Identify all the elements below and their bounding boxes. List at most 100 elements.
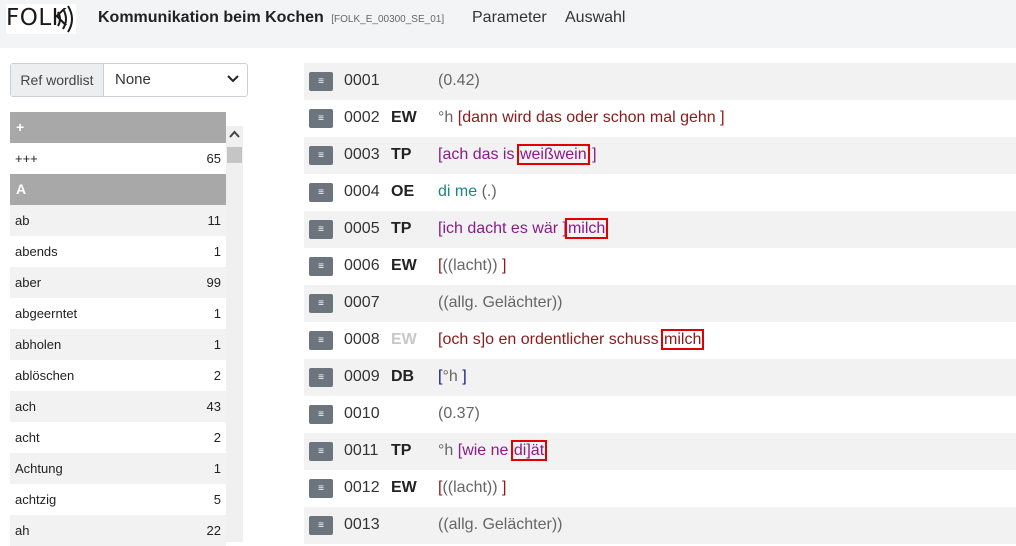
word-row[interactable]: +++ 65 <box>10 143 226 174</box>
highlighted-token[interactable]: milch <box>660 329 705 350</box>
menu-icon[interactable]: ≡ <box>309 257 333 276</box>
transcript-id: [FOLK_E_00300_SE_01] <box>331 14 445 25</box>
word-count: 22 <box>206 523 221 538</box>
utterance-text: [och s]o en ordentlicher schuss milch <box>438 329 705 350</box>
chevron-down-icon[interactable] <box>225 70 241 86</box>
word-count: 2 <box>213 430 221 445</box>
utterance-text: ((allg. Gelächter)) <box>438 516 562 534</box>
utterance-text: [ach das is weißwein ] <box>438 144 597 165</box>
utterance-segment: [ich dacht es wär ] <box>438 220 567 237</box>
word-count: 1 <box>213 461 221 476</box>
menu-icon[interactable]: ≡ <box>309 294 333 313</box>
utterance-text: [((lacht)) ] <box>438 479 506 497</box>
word-row[interactable]: ab 11 <box>10 205 226 236</box>
line-number: 0010 <box>344 405 380 422</box>
nav-auswahl[interactable]: Auswahl <box>565 9 625 27</box>
word-count: 99 <box>206 275 221 290</box>
highlighted-token[interactable]: weißwein <box>516 144 590 165</box>
menu-icon[interactable]: ≡ <box>309 479 333 498</box>
utterance-text: (0.37) <box>438 405 480 423</box>
menu-icon[interactable]: ≡ <box>309 109 333 128</box>
utterance-segment: °h <box>438 442 458 459</box>
utterance-segment: ] <box>587 146 597 163</box>
speaker-label[interactable]: TP <box>391 220 411 238</box>
speaker-label[interactable]: OE <box>391 183 414 201</box>
word-label: acht <box>15 430 40 445</box>
menu-icon[interactable]: ≡ <box>309 368 333 387</box>
ref-wordlist-value[interactable]: None <box>115 64 151 96</box>
speaker-label[interactable]: EW <box>391 257 417 275</box>
transcript-line: ≡ 0002 EW °h [dann wird das oder schon mal … <box>304 100 1016 137</box>
word-label: aber <box>15 275 42 290</box>
speaker-label[interactable]: DB <box>391 368 414 386</box>
utterance-text: (0.42) <box>438 72 480 90</box>
speaker-label[interactable]: EW <box>391 109 417 127</box>
line-number: 0005 <box>344 220 380 237</box>
word-count: 65 <box>206 151 221 166</box>
word-row[interactable]: abholen 1 <box>10 329 226 360</box>
menu-icon[interactable]: ≡ <box>309 183 333 202</box>
word-row[interactable]: ach 43 <box>10 391 226 422</box>
line-number: 0013 <box>344 516 380 533</box>
ref-wordlist-select[interactable]: Ref wordlist None <box>10 63 248 97</box>
utterance-segment: ((allg. Gelächter)) <box>438 294 563 311</box>
word-label: abends <box>15 244 58 259</box>
transcript-view: ≡ 0001 (0.42) ≡ 0002 EW °h [dann wird das oder… <box>304 63 1016 544</box>
transcript-line: ≡ 0007 ((allg. Gelächter)) <box>304 285 1016 322</box>
transcript-line: ≡ 0011 TP °h [wie ne di]ät <box>304 433 1016 470</box>
page-title: Kommunikation beim Kochen [FOLK_E_00300_… <box>98 9 444 27</box>
utterance-segment: di me <box>438 183 482 200</box>
speaker-label[interactable]: TP <box>391 146 411 164</box>
speaker-label[interactable]: TP <box>391 442 411 460</box>
speaker-label[interactable]: EW <box>391 331 417 349</box>
line-number: 0001 <box>344 72 380 89</box>
scroll-up-icon[interactable] <box>228 128 241 141</box>
menu-icon[interactable]: ≡ <box>309 72 333 91</box>
utterance-text: ((allg. Gelächter)) <box>438 294 562 312</box>
transcript-line: ≡ 0001 (0.42) <box>304 63 1016 100</box>
highlighted-token[interactable]: di]ät <box>510 440 548 461</box>
utterance-segment: ] <box>497 257 507 274</box>
word-list-scrollbar[interactable] <box>226 126 243 542</box>
line-number: 0008 <box>344 331 380 348</box>
transcript-line: ≡ 0005 TP [ich dacht es wär ]milch <box>304 211 1016 248</box>
word-label: Achtung <box>15 461 63 476</box>
speaker-label[interactable]: EW <box>391 479 417 497</box>
word-group-header: A <box>10 174 226 205</box>
menu-icon[interactable]: ≡ <box>309 220 333 239</box>
word-label: ab <box>15 213 30 228</box>
menu-icon[interactable]: ≡ <box>309 442 333 461</box>
scrollbar-thumb[interactable] <box>227 147 242 163</box>
transcript-line: ≡ 0008 EW [och s]o en ordentlicher schuss m… <box>304 322 1016 359</box>
word-row[interactable]: achtzig 5 <box>10 484 226 515</box>
utterance-text: di me (.) <box>438 183 497 201</box>
word-row[interactable]: acht 2 <box>10 422 226 453</box>
word-count: 2 <box>213 368 221 383</box>
word-label: ablöschen <box>15 368 75 383</box>
utterance-text: °h [wie ne di]ät <box>438 440 548 461</box>
transcript-line: ≡ 0009 DB [°h ] <box>304 359 1016 396</box>
menu-icon[interactable]: ≡ <box>309 405 333 424</box>
word-row[interactable]: abgeerntet 1 <box>10 298 226 329</box>
menu-icon[interactable]: ≡ <box>309 146 333 165</box>
folk-logo[interactable]: FOLK <box>6 4 76 34</box>
menu-icon[interactable]: ≡ <box>309 516 333 535</box>
transcript-line: ≡ 0013 ((allg. Gelächter)) <box>304 507 1016 544</box>
transcript-line: ≡ 0006 EW [((lacht)) ] <box>304 248 1016 285</box>
word-group-header: + <box>10 112 226 143</box>
transcript-title: Kommunikation beim Kochen <box>98 9 324 26</box>
word-row[interactable]: ablöschen 2 <box>10 360 226 391</box>
highlighted-token[interactable]: milch <box>564 218 609 239</box>
transcript-line: ≡ 0012 EW [((lacht)) ] <box>304 470 1016 507</box>
utterance-segment: ((lacht)) <box>442 479 498 496</box>
line-number: 0007 <box>344 294 380 311</box>
word-row[interactable]: Achtung 1 <box>10 453 226 484</box>
word-row[interactable]: abends 1 <box>10 236 226 267</box>
transcript-line: ≡ 0004 OE di me (.) <box>304 174 1016 211</box>
nav-parameter[interactable]: Parameter <box>472 9 547 27</box>
menu-icon[interactable]: ≡ <box>309 331 333 350</box>
utterance-segment: [och s]o en ordentlicher schuss <box>438 331 664 348</box>
word-row[interactable]: ah 22 <box>10 515 226 546</box>
utterance-segment: (0.37) <box>438 405 480 422</box>
word-row[interactable]: aber 99 <box>10 267 226 298</box>
